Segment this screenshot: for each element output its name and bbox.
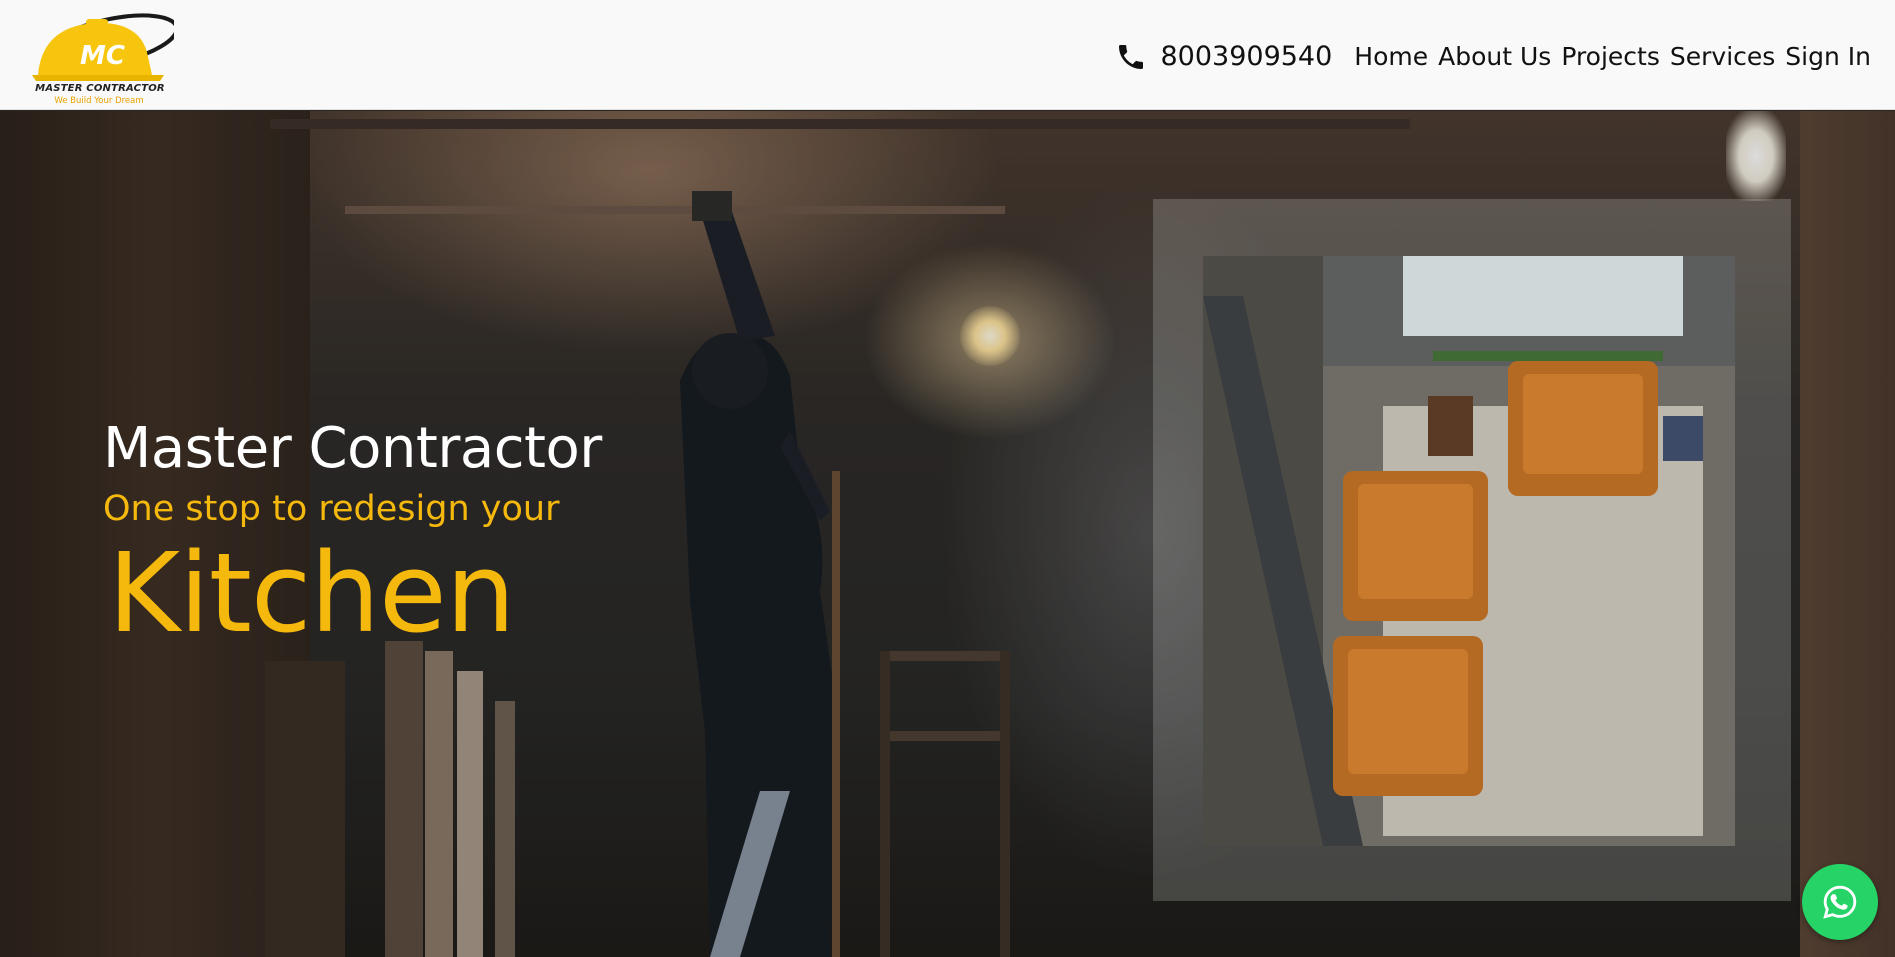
helmet-logo-icon: MC [32,12,174,81]
phone-number[interactable]: 8003909540 [1161,41,1333,72]
living-room-photo [1203,256,1735,846]
nav-about-us[interactable]: About Us [1438,42,1551,71]
hero-section: Master Contractor One stop to redesign y… [0,111,1895,957]
hero-title: Master Contractor [103,416,602,481]
nav-sign-in[interactable]: Sign In [1785,42,1871,71]
brand-tagline: We Build Your Dream [54,95,144,106]
hero-subtitle: One stop to redesign your [103,489,560,529]
phone-contact[interactable]: 8003909540 [1115,41,1333,73]
nav-projects[interactable]: Projects [1561,42,1660,71]
nav-services[interactable]: Services [1670,42,1775,71]
whatsapp-button[interactable] [1802,864,1878,940]
nav-home[interactable]: Home [1354,42,1428,71]
brand-name: MASTER CONTRACTOR [35,82,165,94]
whatsapp-icon [1823,885,1857,919]
phone-icon [1118,44,1143,69]
svg-text:MC: MC [80,41,125,71]
hero-rotating-word: Kitchen [108,529,515,657]
brand-logo[interactable]: MC MASTER CONTRACTOR We Build Your Dream [24,5,174,106]
site-header: MC MASTER CONTRACTOR We Build Your Dream… [0,0,1895,110]
main-nav: 8003909540 Home About Us Projects Servic… [1115,0,1871,110]
